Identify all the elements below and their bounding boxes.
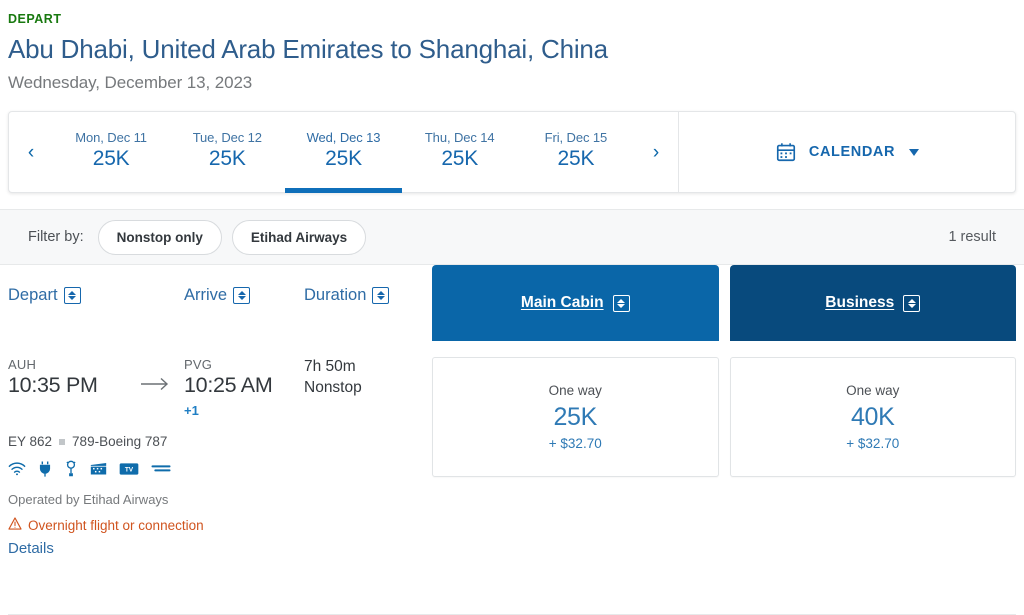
cabin-header-list: Main Cabin Business [432,265,1016,342]
column-header-duration-label: Duration [304,285,367,304]
date-cell[interactable]: Thu, Dec 14 25K [402,112,518,192]
table-header-left: Depart Arrive Duration [8,265,432,341]
power-outlet-icon [38,461,52,482]
separator-icon [59,438,66,445]
date-cell-price: 25K [557,146,595,170]
column-header-arrive[interactable]: Arrive [184,286,304,305]
flight-number: EY 862 [8,434,53,450]
column-header-depart-label: Depart [8,285,58,304]
page-header: DEPART Abu Dhabi, United Arab Emirates t… [0,0,1024,93]
operated-by-text: Operated by Etihad Airways [8,492,169,508]
flight-duration: 7h 50m [304,358,356,376]
cabin-header-label: Main Cabin [520,294,604,312]
sort-icon[interactable] [612,294,630,312]
filter-pill[interactable]: Nonstop only [97,219,222,255]
depart-airport-code: AUH [8,357,37,373]
sort-icon[interactable] [233,286,251,304]
date-cell-list: Mon, Dec 11 25K Tue, Dec 12 25K Wed, Dec 13 2… [53,112,634,194]
amenities-list: TV [8,460,432,482]
flight-number-row: EY 862 789-Boeing 787 [8,434,432,449]
date-cell-day: Thu, Dec 14 [424,129,495,145]
fare-miles: 25K [553,403,598,432]
movies-icon [90,461,107,481]
next-dates-button[interactable]: › [634,112,678,192]
date-selector-bar: ‹ Mon, Dec 11 25K Tue, Dec 12 25K Wed, Dec 1… [8,111,1016,194]
route-date: Wednesday, December 13, 2023 [8,73,253,93]
date-cell[interactable]: Fri, Dec 15 25K [518,112,634,192]
calendar-button[interactable]: CALENDAR [679,112,1015,192]
sort-icon[interactable] [63,286,81,304]
lie-flat-seat-icon [151,462,171,480]
cabin-header-label: Business [825,294,895,312]
chevron-down-icon [909,148,920,156]
date-cell[interactable]: Tue, Dec 12 25K [169,112,285,192]
date-cell-day: Tue, Dec 12 [192,129,262,145]
wifi-icon [8,462,26,481]
calendar-label: CALENDAR [808,144,896,161]
date-cell-price: 25K [92,146,130,170]
filter-bar: Filter by: Nonstop only Etihad Airways 1 … [0,209,1024,266]
date-strip: ‹ Mon, Dec 11 25K Tue, Dec 12 25K Wed, Dec 1… [9,112,679,194]
column-header-arrive-label: Arrive [184,285,228,304]
filter-pill-list: Nonstop only Etihad Airways [97,219,377,255]
details-link[interactable]: Details [8,540,54,557]
depart-label: DEPART [8,12,62,26]
date-cell-price: 25K [441,146,479,170]
arrow-right-icon [128,357,184,391]
table-row: AUH 10:35 PM PVG 10:25 AM +1 7h 50m Nons… [8,341,1016,558]
aircraft-type: 789-Boeing 787 [72,434,168,450]
fare-tax: + $32.70 [548,435,602,451]
fare-card[interactable]: One way 25K + $32.70 [432,357,719,478]
fare-type: One way [548,383,602,399]
flight-search-results-page: DEPART Abu Dhabi, United Arab Emirates t… [0,0,1024,615]
date-cell-price: 25K [208,146,246,170]
date-cell-day: Fri, Dec 15 [544,129,608,145]
table-header-row: Depart Arrive Duration Main Cabin Busine… [8,265,1016,342]
svg-text:TV: TV [125,466,134,473]
fare-card-list: One way 25K + $32.70 One way 40K + $32.70 [432,357,1016,558]
flight-details-cell: AUH 10:35 PM PVG 10:25 AM +1 7h 50m Nons… [8,357,432,558]
tv-icon: TV [119,462,139,481]
page-title: Abu Dhabi, United Arab Emirates to Shang… [8,34,608,64]
cabin-header[interactable]: Business [729,265,1016,342]
date-cell-price: 25K [325,146,362,170]
day-offset-badge: +1 [184,403,199,419]
overnight-warning: Overnight flight or connection [8,517,432,533]
column-header-duration[interactable]: Duration [304,286,432,305]
results-table: Depart Arrive Duration Main Cabin Busine… [0,265,1024,558]
fare-card[interactable]: One way 40K + $32.70 [729,357,1016,478]
sort-icon[interactable] [903,294,921,312]
cabin-header[interactable]: Main Cabin [432,265,719,342]
sort-icon[interactable] [372,286,390,304]
column-header-depart[interactable]: Depart [8,286,184,305]
depart-time: 10:35 PM [8,373,98,398]
fare-type: One way [846,383,900,399]
date-cell-day: Wed, Dec 13 [306,129,381,145]
arrive-segment: PVG 10:25 AM +1 [184,357,304,418]
filter-pill[interactable]: Etihad Airways [231,219,367,255]
result-count: 1 result [948,229,996,246]
usb-port-icon [64,460,78,482]
calendar-icon [775,141,797,163]
fare-miles: 40K [850,403,895,432]
overnight-warning-text: Overnight flight or connection [28,517,204,533]
depart-segment: AUH 10:35 PM [8,357,128,398]
date-cell[interactable]: Mon, Dec 11 25K [53,112,169,192]
arrive-airport-code: PVG [184,357,213,373]
duration-cell: 7h 50m Nonstop [304,357,432,397]
flight-stops: Nonstop [304,379,362,397]
arrive-time: 10:25 AM [184,373,273,398]
date-cell[interactable]: Wed, Dec 13 25K [285,112,402,194]
filter-by-label: Filter by: [28,229,84,246]
flight-times: AUH 10:35 PM PVG 10:25 AM +1 7h 50m Nons… [8,357,432,418]
date-cell-day: Mon, Dec 11 [75,129,147,145]
previous-dates-button[interactable]: ‹ [9,112,53,192]
warning-triangle-icon [8,517,22,533]
fare-tax: + $32.70 [846,435,900,451]
